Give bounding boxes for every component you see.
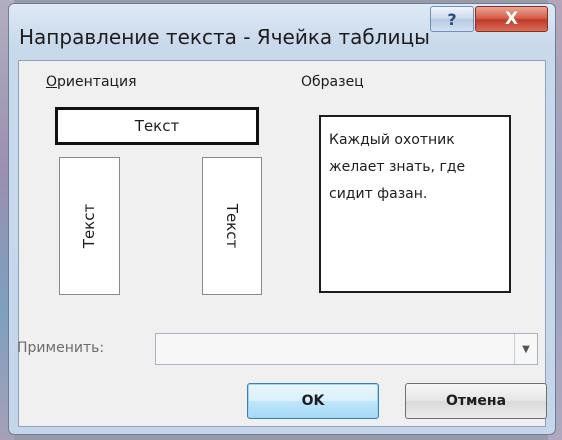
sample-preview: Каждый охотник желает знать, где сидит ф… bbox=[319, 115, 511, 293]
cancel-button-label: Отмена bbox=[445, 393, 507, 409]
title-bar[interactable]: Направление текста - Ячейка таблицы ? X bbox=[9, 4, 555, 58]
text-direction-dialog: Направление текста - Ячейка таблицы ? X … bbox=[8, 3, 556, 435]
help-button[interactable]: ? bbox=[430, 6, 474, 32]
orientation-vertical-up[interactable]: Текст bbox=[59, 157, 120, 295]
orientation-vertical-up-label: Текст bbox=[80, 203, 99, 249]
orientation-label-rest: риентация bbox=[57, 74, 137, 90]
apply-dropdown[interactable]: ▼ bbox=[155, 333, 538, 365]
dialog-body: Ориентация Образец Текст Текст Текст Каж… bbox=[17, 60, 547, 427]
sample-label: Образец bbox=[301, 74, 364, 90]
help-icon: ? bbox=[447, 9, 457, 29]
orientation-vertical-down-label: Текст bbox=[223, 203, 241, 249]
window-title: Направление текста - Ячейка таблицы bbox=[19, 25, 430, 49]
orientation-vertical-down[interactable]: Текст bbox=[202, 157, 262, 295]
cancel-button[interactable]: Отмена bbox=[405, 383, 547, 419]
orientation-horizontal-label: Текст bbox=[134, 117, 180, 135]
dropdown-arrow-icon[interactable]: ▼ bbox=[514, 334, 537, 364]
sample-text: Каждый охотник желает знать, где сидит ф… bbox=[329, 132, 466, 202]
orientation-horizontal[interactable]: Текст bbox=[55, 107, 259, 145]
orientation-accel: О bbox=[46, 74, 58, 90]
ok-button[interactable]: OK bbox=[247, 383, 379, 419]
ok-button-label: OK bbox=[301, 393, 325, 409]
apply-label: Применить: bbox=[17, 340, 105, 356]
close-icon: X bbox=[504, 9, 519, 29]
orientation-label: Ориентация bbox=[46, 74, 137, 90]
close-button[interactable]: X bbox=[475, 6, 548, 32]
